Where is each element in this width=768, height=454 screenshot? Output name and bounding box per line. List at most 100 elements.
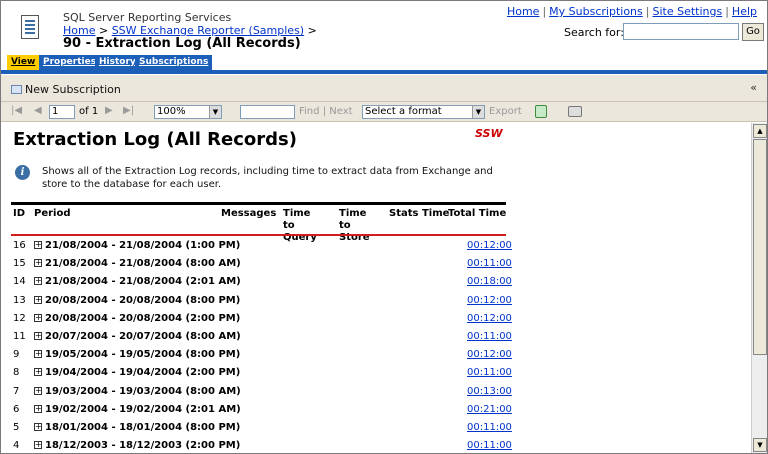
ssw-logo: SSW xyxy=(475,127,503,140)
row-total-time-link[interactable]: 00:11:00 xyxy=(467,422,512,433)
new-subscription-label: New Subscription xyxy=(25,83,121,96)
scroll-up-icon[interactable]: ▲ xyxy=(753,124,767,138)
link-separator: | xyxy=(725,5,729,18)
table-row: 15 +21/08/2004 - 21/08/2004 (8:00 AM) 00:1… xyxy=(1,255,512,273)
refresh-icon[interactable] xyxy=(535,105,547,118)
row-id: 7 xyxy=(13,385,20,397)
first-page-icon[interactable]: |◀ xyxy=(11,105,22,116)
column-header-total-time: Total Time xyxy=(448,208,507,219)
table-row: 5 +18/01/2004 - 18/01/2004 (8:00 PM) 00:11… xyxy=(1,419,512,437)
table-row: 11 +20/07/2004 - 20/07/2004 (8:00 AM) 00:1… xyxy=(1,328,512,346)
report-manager-window: SQL Server Reporting Services Home > SSW… xyxy=(0,0,768,454)
previous-page-icon[interactable]: ◀ xyxy=(34,105,42,116)
expand-row-icon[interactable]: + xyxy=(34,404,42,413)
my-subscriptions-link[interactable]: My Subscriptions xyxy=(549,5,643,18)
row-total-time-link[interactable]: 00:21:00 xyxy=(467,404,512,415)
expand-row-icon[interactable]: + xyxy=(34,295,42,304)
row-id: 16 xyxy=(13,240,26,251)
row-total-time-link[interactable]: 00:12:00 xyxy=(467,313,512,324)
new-subscription-icon xyxy=(11,85,22,94)
row-id: 9 xyxy=(13,349,20,361)
tab-view[interactable]: View xyxy=(7,55,40,70)
table-row: 7 +19/03/2004 - 19/03/2004 (8:00 AM) 00:13… xyxy=(1,383,512,401)
row-total-time-link[interactable]: 00:11:00 xyxy=(467,440,512,451)
expand-row-icon[interactable]: + xyxy=(34,313,42,322)
table-row: 4 +18/12/2003 - 18/12/2003 (2:00 PM) 00:11… xyxy=(1,437,512,453)
row-period: 21/08/2004 - 21/08/2004 (1:00 PM) xyxy=(45,240,241,251)
new-subscription-button[interactable]: New Subscription xyxy=(11,83,121,96)
collapse-toolbar-icon[interactable]: « xyxy=(750,81,757,94)
row-id: 14 xyxy=(13,276,26,288)
top-links: Home | My Subscriptions | Site Settings | Help xyxy=(507,5,757,18)
breadcrumb-separator: > xyxy=(304,24,317,37)
page-number-input[interactable]: 1 xyxy=(49,105,75,119)
table-row: 14 +21/08/2004 - 21/08/2004 (2:01 AM) 00:1… xyxy=(1,273,512,291)
expand-row-icon[interactable]: + xyxy=(34,277,42,286)
expand-row-icon[interactable]: + xyxy=(34,423,42,431)
header: SQL Server Reporting Services Home > SSW… xyxy=(1,1,767,55)
expand-row-icon[interactable]: + xyxy=(34,259,42,268)
scroll-down-icon[interactable]: ▼ xyxy=(753,438,767,452)
row-total-time-link[interactable]: 00:11:00 xyxy=(467,331,512,342)
tab-properties[interactable]: Properties xyxy=(39,55,101,70)
row-period: 19/02/2004 - 19/02/2004 (2:01 AM) xyxy=(45,403,241,415)
ssw-logo-text: SSW xyxy=(475,127,503,140)
tab-subscriptions[interactable]: Subscriptions xyxy=(135,55,213,70)
row-period: 18/01/2004 - 18/01/2004 (8:00 PM) xyxy=(45,422,241,433)
row-total-time-link[interactable]: 00:12:00 xyxy=(467,240,512,251)
row-total-time-link[interactable]: 00:12:00 xyxy=(467,349,512,360)
find-link[interactable]: Find xyxy=(299,106,320,117)
subscription-bar: New Subscription « xyxy=(1,74,767,101)
row-id: 5 xyxy=(13,422,20,433)
row-total-time-link[interactable]: 00:11:00 xyxy=(467,258,512,269)
row-period: 19/03/2004 - 19/03/2004 (8:00 AM) xyxy=(45,385,241,397)
table-top-border xyxy=(11,202,506,205)
row-total-time-link[interactable]: 00:11:00 xyxy=(467,367,512,378)
last-page-icon[interactable]: ▶| xyxy=(123,105,134,116)
column-header-messages: Messages xyxy=(221,208,277,219)
row-total-time-link[interactable]: 00:12:00 xyxy=(467,295,512,306)
row-id: 15 xyxy=(13,258,26,270)
search-input[interactable] xyxy=(623,23,739,40)
print-icon[interactable] xyxy=(568,106,582,117)
next-link[interactable]: Next xyxy=(329,106,352,117)
column-header-stats-time: Stats Time xyxy=(389,208,450,219)
home-link[interactable]: Home xyxy=(507,5,539,18)
expand-row-icon[interactable]: + xyxy=(34,386,42,395)
site-settings-link[interactable]: Site Settings xyxy=(652,5,722,18)
export-link[interactable]: Export xyxy=(489,106,522,117)
expand-row-icon[interactable]: + xyxy=(34,241,42,249)
report-document-icon xyxy=(21,15,39,39)
export-format-select[interactable]: Select a format ▼ xyxy=(362,105,485,119)
tab-history[interactable]: History xyxy=(95,55,140,70)
scroll-thumb[interactable] xyxy=(753,139,767,355)
row-total-time-link[interactable]: 00:18:00 xyxy=(467,276,512,287)
expand-row-icon[interactable]: + xyxy=(34,441,42,450)
find-next-links: Find | Next xyxy=(299,106,353,117)
row-id: 13 xyxy=(13,294,26,306)
row-id: 6 xyxy=(13,403,20,415)
table-row: 6 +19/02/2004 - 19/02/2004 (2:01 AM) 00:21… xyxy=(1,401,512,419)
column-header-period: Period xyxy=(34,208,71,219)
vertical-scrollbar[interactable]: ▲ ▼ xyxy=(751,123,767,453)
row-period: 20/08/2004 - 20/08/2004 (8:00 PM) xyxy=(45,294,241,306)
row-id: 12 xyxy=(13,312,26,324)
row-total-time-link[interactable]: 00:13:00 xyxy=(467,386,512,397)
expand-row-icon[interactable]: + xyxy=(34,350,42,359)
zoom-select[interactable]: 100% ▼ xyxy=(154,105,222,119)
expand-row-icon[interactable]: + xyxy=(34,332,42,340)
page-title: 90 - Extraction Log (All Records) xyxy=(63,36,301,51)
link-separator: | xyxy=(645,5,650,18)
help-link[interactable]: Help xyxy=(732,5,757,18)
table-row: 8 +19/04/2004 - 19/04/2004 (2:00 PM) 00:11… xyxy=(1,364,512,382)
search-go-button[interactable]: Go xyxy=(742,23,764,41)
zoom-value: 100% xyxy=(157,106,186,117)
find-input[interactable] xyxy=(240,105,295,119)
report-title: Extraction Log (All Records) xyxy=(13,129,297,150)
next-page-icon[interactable]: ▶ xyxy=(105,105,113,116)
info-icon: i xyxy=(15,165,30,180)
expand-row-icon[interactable]: + xyxy=(34,368,42,377)
row-period: 20/08/2004 - 20/08/2004 (2:00 PM) xyxy=(45,312,241,324)
report-viewer: Extraction Log (All Records) SSW i Shows… xyxy=(1,123,751,453)
table-header-rule xyxy=(11,234,506,236)
